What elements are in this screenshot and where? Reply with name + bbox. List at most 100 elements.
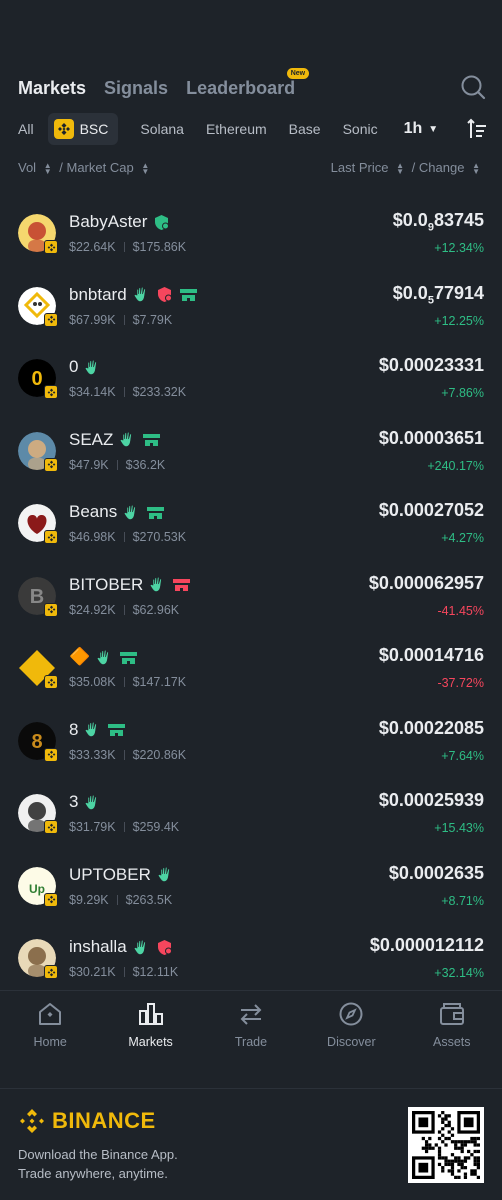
- token-change: +240.17%: [427, 458, 484, 473]
- token-change: +7.64%: [441, 748, 484, 763]
- home-icon: [39, 1003, 62, 1025]
- token-volume-mcap: $30.21K $12.11K: [69, 965, 178, 979]
- token-market-cap: $7.79K: [132, 312, 173, 327]
- token-volume-mcap: $47.9K $36.2K: [69, 458, 165, 472]
- divider: [116, 459, 118, 470]
- token-name: Beans: [69, 502, 165, 522]
- bnb-chain-icon: [44, 820, 58, 834]
- token-avatar: [18, 214, 58, 254]
- token-symbol: 0: [69, 357, 79, 376]
- dex-unpaid-icon: [172, 576, 191, 593]
- token-symbol: 8: [69, 719, 79, 739]
- qr-code[interactable]: [408, 1107, 484, 1183]
- token-price: $0.0983745: [393, 210, 484, 234]
- hand-wave-icon: [119, 431, 136, 448]
- bnb-chain-icon: [44, 457, 58, 472]
- token-row[interactable]: 3 $31.79K $259.4K $0.00025939 +15.43%: [0, 776, 502, 849]
- token-volume: $24.92K: [69, 602, 116, 617]
- divider: [123, 604, 125, 615]
- nav-markets[interactable]: Markets: [101, 991, 201, 1049]
- token-row[interactable]: bnbtard $67.99K $7.79K $0.0577914 +12.25%: [0, 269, 502, 342]
- nav-assets[interactable]: Assets: [402, 991, 502, 1049]
- bnb-chain-icon: [44, 747, 58, 762]
- token-volume-mcap: $67.99K $7.79K: [69, 313, 172, 327]
- price-value: $0.00014716: [378, 645, 484, 665]
- token-name: BabyAster: [69, 212, 170, 232]
- token-avatar: [18, 794, 58, 834]
- token-name: bnbtard: [69, 285, 198, 305]
- token-price: $0.00027052: [379, 500, 484, 521]
- token-symbol: inshalla: [69, 937, 127, 956]
- column-header: Vol ▲ ▼ / Market Cap ▲ ▼ Last Price ▲ ▼ / C…: [18, 160, 484, 180]
- divider: [123, 242, 125, 252]
- token-symbol: 3: [69, 792, 79, 811]
- dex-paid-icon: [119, 649, 138, 666]
- hand-wave-icon: [157, 866, 174, 883]
- tab-markets[interactable]: Markets: [18, 78, 86, 99]
- token-symbol: BITOBER: [69, 574, 144, 594]
- token-change: -41.45%: [437, 603, 484, 618]
- svg-text:8: 8: [31, 731, 42, 753]
- sort-filter-icon[interactable]: [466, 118, 488, 140]
- token-row[interactable]: BabyAster $22.64K $175.86K $0.0983745 +12…: [0, 196, 502, 269]
- chain-all[interactable]: All: [18, 121, 34, 137]
- sort-arrows-icon: ▲ ▼: [43, 160, 52, 176]
- dex-paid-icon: [107, 721, 126, 738]
- token-row[interactable]: Beans $46.98K $270.53K $0.00027052 +4.27%: [0, 486, 502, 559]
- sort-last-price[interactable]: Last Price: [331, 160, 389, 175]
- sort-right-group: Last Price ▲ ▼ / Change ▲ ▼: [331, 160, 484, 180]
- hand-wave-icon: [84, 721, 101, 738]
- chain-base[interactable]: Base: [289, 121, 321, 137]
- token-market-cap: $12.11K: [132, 965, 179, 979]
- token-market-cap: $36.2K: [125, 457, 166, 472]
- token-row[interactable]: 🔶 $35.08K $147.17K $0.00014716 -37.72%: [0, 631, 502, 704]
- bnb-chain-icon: [44, 892, 58, 907]
- nav-discover[interactable]: Discover: [301, 991, 401, 1049]
- chain-solana[interactable]: Solana: [140, 121, 184, 137]
- token-volume-mcap: $35.08K $147.17K: [69, 675, 186, 689]
- token-name: inshalla: [69, 937, 173, 957]
- token-row[interactable]: Up UPTOBER $9.29K $263.5K $0.0002635 +8.7…: [0, 849, 502, 922]
- nav-assets-label: Assets: [432, 1035, 471, 1049]
- token-volume-mcap: $9.29K $263.5K: [69, 893, 172, 907]
- token-price: $0.00014716: [379, 645, 484, 666]
- token-row[interactable]: B BITOBER $24.92K $62.96K $0.000062957 -4…: [0, 559, 502, 632]
- tab-leaderboard[interactable]: Leaderboard New: [186, 67, 310, 99]
- token-row[interactable]: SEAZ $47.9K $36.2K $0.00003651 +240.17%: [0, 414, 502, 487]
- chain-ethereum[interactable]: Ethereum: [206, 121, 267, 137]
- tab-signals[interactable]: Signals: [104, 78, 168, 99]
- divider: [123, 749, 125, 760]
- token-name: UPTOBER: [69, 865, 174, 885]
- token-volume-mcap: $24.92K $62.96K: [69, 603, 179, 617]
- price-value: $0.00027052: [378, 500, 484, 520]
- search-icon[interactable]: [460, 74, 486, 100]
- token-price: $0.0002635: [389, 863, 484, 884]
- binance-brand[interactable]: BINANCE: [18, 1107, 156, 1135]
- token-name: BITOBER: [69, 575, 191, 595]
- token-row[interactable]: inshalla $30.21K $12.11K $0.000012112 +32…: [0, 921, 502, 994]
- token-row[interactable]: 0 0 $34.14K $233.32K $0.00023331 +7.86%: [0, 341, 502, 414]
- interval-select[interactable]: 1h ▼: [404, 120, 439, 138]
- price-digits: 77914: [433, 282, 484, 303]
- token-change: -37.72%: [437, 676, 484, 690]
- chain-sonic[interactable]: Sonic: [343, 121, 378, 137]
- sort-vol[interactable]: Vol: [18, 160, 36, 175]
- nav-trade[interactable]: Trade: [201, 991, 301, 1049]
- sort-change[interactable]: Change: [419, 160, 465, 175]
- dex-paid-icon: [146, 504, 165, 521]
- nav-home[interactable]: Home: [0, 991, 100, 1049]
- token-market-cap: $175.86K: [132, 240, 187, 254]
- token-avatar: Up: [18, 866, 58, 907]
- token-volume: $47.9K: [69, 457, 109, 472]
- sort-market-cap[interactable]: Market Cap: [67, 160, 134, 175]
- token-row[interactable]: 8 8 $33.33K $220.86K $0.00022085 +7.64%: [0, 704, 502, 777]
- token-volume: $31.79K: [69, 820, 116, 834]
- token-market-cap: $147.17K: [132, 675, 187, 689]
- price-value: $0.00023331: [378, 355, 484, 375]
- token-volume-mcap: $33.33K $220.86K: [69, 748, 186, 762]
- chain-bsc[interactable]: BSC: [47, 113, 119, 145]
- token-symbol: SEAZ: [69, 429, 114, 449]
- warning-shield-icon: [156, 286, 173, 303]
- token-name: 🔶: [69, 647, 138, 667]
- token-change: +12.34%: [434, 241, 484, 255]
